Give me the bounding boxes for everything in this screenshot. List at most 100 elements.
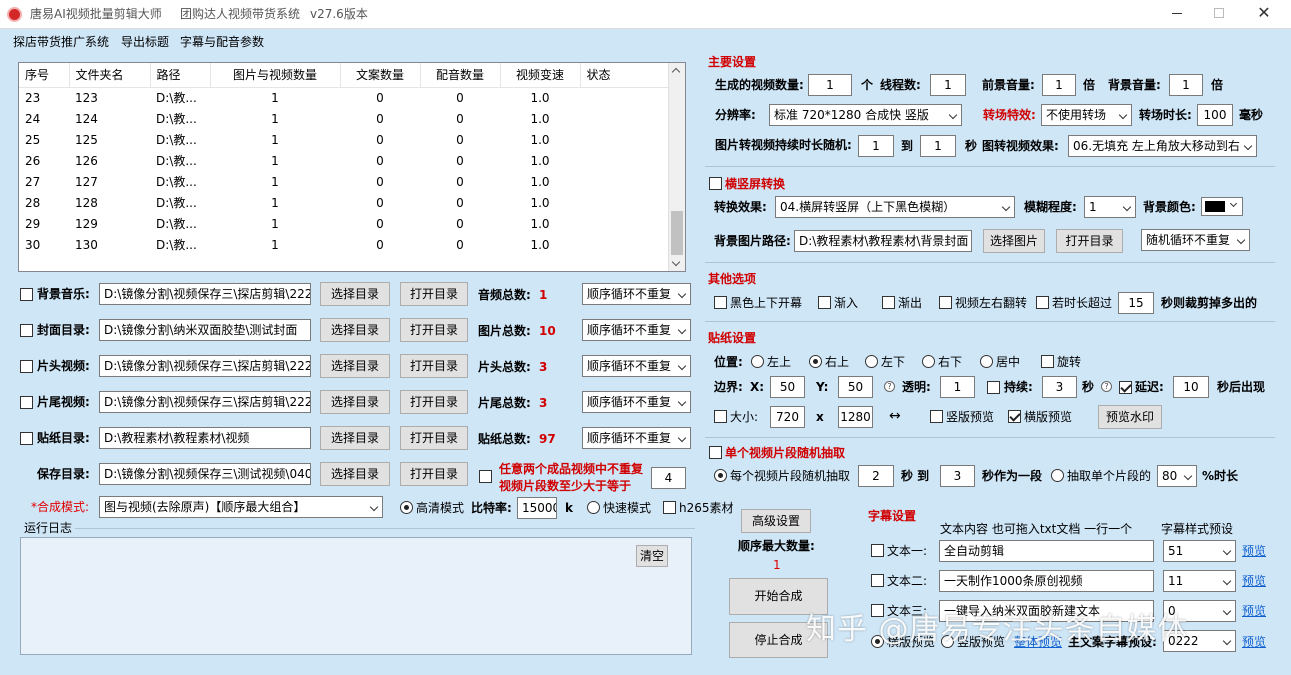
cover-checkbox[interactable] — [20, 324, 33, 337]
size-checkbox[interactable] — [714, 410, 727, 423]
opacity-input[interactable]: 1 — [940, 376, 975, 398]
segment-from-input[interactable]: 2 — [858, 465, 894, 487]
intro-order-select[interactable]: 顺序循环不重复 — [582, 355, 691, 377]
col-voice-count[interactable]: 配音数量 — [420, 63, 501, 88]
img-effect-select[interactable]: 06.无填充 左上角放大移动到右 — [1068, 135, 1257, 157]
advanced-settings-button[interactable]: 高级设置 — [741, 509, 811, 533]
pos-bottom-right-radio[interactable] — [922, 355, 935, 368]
orientation-open-dir-button[interactable]: 打开目录 — [1056, 229, 1123, 253]
main-preset-preview-link[interactable]: 预览 — [1242, 633, 1266, 651]
bg-volume-input[interactable]: 1 — [1169, 74, 1203, 96]
bg-music-checkbox[interactable] — [20, 288, 33, 301]
img-duration-to[interactable]: 1 — [920, 135, 956, 157]
pos-bottom-left-radio[interactable] — [865, 355, 878, 368]
sticker-x-input[interactable]: 50 — [770, 376, 805, 398]
segment-percent-select[interactable]: 80 — [1157, 465, 1197, 487]
swap-size-icon[interactable]: ↔ — [889, 407, 901, 425]
vertical-preview-checkbox[interactable] — [930, 410, 943, 423]
outro-choose-button[interactable]: 选择目录 — [320, 390, 390, 414]
segment-to-input[interactable]: 3 — [940, 465, 975, 487]
intro-path-field[interactable]: D:\镜像分割\视频保存三\探店剪辑\222 — [99, 355, 311, 377]
menu-item-export-title[interactable]: 导出标题 — [121, 33, 169, 51]
scroll-thumb[interactable] — [671, 211, 683, 255]
col-status[interactable]: 状态 — [580, 63, 671, 88]
bitrate-input[interactable]: 15000 — [517, 497, 557, 519]
bg-music-choose-button[interactable]: 选择目录 — [320, 282, 390, 306]
transition-time-input[interactable]: 100 — [1197, 104, 1233, 126]
save-dir-field[interactable]: D:\镜像分割\视频保存三\测试视频\040 — [99, 463, 311, 485]
bg-music-order-select[interactable]: 顺序循环不重复 — [582, 283, 691, 305]
img-duration-from[interactable]: 1 — [858, 135, 894, 157]
table-row[interactable]: 28 128 D:\教... 1 0 0 1.0 — [19, 192, 670, 213]
outro-path-field[interactable]: D:\镜像分割\视频保存三\探店剪辑\222 — [99, 391, 311, 413]
orientation-checkbox[interactable] — [709, 177, 722, 190]
col-media-count[interactable]: 图片与视频数量 — [210, 63, 341, 88]
subtitle-one-preview-link[interactable]: 预览 — [1242, 542, 1266, 560]
save-open-button[interactable]: 打开目录 — [400, 462, 468, 486]
intro-open-button[interactable]: 打开目录 — [400, 354, 468, 378]
duration-checkbox[interactable] — [987, 381, 1000, 394]
threads-input[interactable]: 1 — [930, 74, 966, 96]
outro-order-select[interactable]: 顺序循环不重复 — [582, 391, 691, 413]
subtitle-three-preview-link[interactable]: 预览 — [1242, 602, 1266, 620]
col-folder[interactable]: 文件夹名 — [69, 63, 151, 88]
cover-choose-button[interactable]: 选择目录 — [320, 318, 390, 342]
scroll-up-icon[interactable] — [671, 67, 681, 77]
video-count-input[interactable]: 1 — [808, 74, 852, 96]
subtitle-two-preview-link[interactable]: 预览 — [1242, 572, 1266, 590]
subtitle-two-input[interactable]: 一天制作1000条原创视频 — [939, 570, 1154, 592]
col-index[interactable]: 序号 — [19, 63, 70, 88]
outro-checkbox[interactable] — [20, 396, 33, 409]
fast-mode-radio[interactable] — [587, 501, 600, 514]
delay-checkbox[interactable] — [1119, 381, 1132, 394]
table-row[interactable]: 30 130 D:\教... 1 0 0 1.0 — [19, 234, 670, 255]
preview-watermark-button[interactable]: 预览水印 — [1098, 405, 1162, 429]
segment-checkbox[interactable] — [709, 446, 722, 459]
sticker-open-button[interactable]: 打开目录 — [400, 426, 468, 450]
resolution-select[interactable]: 标准 720*1280 合成快 竖版 — [769, 104, 962, 126]
segment-each-radio[interactable] — [714, 469, 727, 482]
sticker-path-field[interactable]: D:\教程素材\教程素材\视频 — [99, 427, 311, 449]
table-row[interactable]: 29 129 D:\教... 1 0 0 1.0 — [19, 213, 670, 234]
transition-select[interactable]: 不使用转场 — [1041, 104, 1132, 126]
intro-checkbox[interactable] — [20, 360, 33, 373]
hd-mode-radio[interactable] — [400, 501, 413, 514]
table-row[interactable]: 23 123 D:\教... 1 0 0 1.0 — [19, 87, 670, 108]
table-row[interactable]: 25 125 D:\教... 1 0 0 1.0 — [19, 129, 670, 150]
fg-volume-input[interactable]: 1 — [1042, 74, 1076, 96]
col-text-count[interactable]: 文案数量 — [340, 63, 421, 88]
margin-help-icon[interactable]: ? — [884, 381, 895, 392]
flip-checkbox[interactable] — [939, 296, 952, 309]
segment-single-radio[interactable] — [1051, 469, 1064, 482]
duration-help-icon[interactable]: ? — [1101, 381, 1112, 392]
unique-segments-checkbox[interactable] — [479, 470, 492, 483]
horizontal-preview-checkbox[interactable] — [1008, 410, 1021, 423]
blur-select[interactable]: 1 — [1084, 196, 1136, 218]
size-h-input[interactable]: 1280 — [838, 406, 873, 428]
menu-item-promo[interactable]: 探店带货推广系统 — [13, 33, 109, 51]
log-area[interactable]: 清空 — [20, 537, 692, 655]
bgimg-order-select[interactable]: 随机循环不重复 — [1141, 229, 1250, 251]
bgimg-path-input[interactable]: D:\教程素材\教程素材\背景封面 — [794, 230, 972, 252]
table-row[interactable]: 27 127 D:\教... 1 0 0 1.0 — [19, 171, 670, 192]
mode-select[interactable]: 图与视频(去除原声)【顺序最大组合】 — [99, 496, 383, 518]
bgcolor-picker[interactable] — [1201, 197, 1243, 216]
minimize-icon[interactable] — [1172, 13, 1182, 14]
close-icon[interactable]: ✕ — [1255, 2, 1273, 24]
size-w-input[interactable]: 720 — [770, 406, 805, 428]
delay-input[interactable]: 10 — [1173, 376, 1209, 398]
outro-open-button[interactable]: 打开目录 — [400, 390, 468, 414]
fade-in-checkbox[interactable] — [818, 296, 831, 309]
bg-music-path-field[interactable]: D:\镜像分割\视频保存三\探店剪辑\222 — [99, 283, 311, 305]
intro-choose-button[interactable]: 选择目录 — [320, 354, 390, 378]
pos-center-radio[interactable] — [980, 355, 993, 368]
table-row[interactable]: 26 126 D:\教... 1 0 0 1.0 — [19, 150, 670, 171]
sticker-order-select[interactable]: 顺序循环不重复 — [582, 427, 691, 449]
subtitle-one-input[interactable]: 全自动剪辑 — [939, 540, 1154, 562]
save-choose-button[interactable]: 选择目录 — [320, 462, 390, 486]
sticker-choose-button[interactable]: 选择目录 — [320, 426, 390, 450]
trim-checkbox[interactable] — [1036, 296, 1049, 309]
sticker-y-input[interactable]: 50 — [838, 376, 873, 398]
subtitle-one-checkbox[interactable] — [871, 544, 884, 557]
subtitle-two-checkbox[interactable] — [871, 574, 884, 587]
